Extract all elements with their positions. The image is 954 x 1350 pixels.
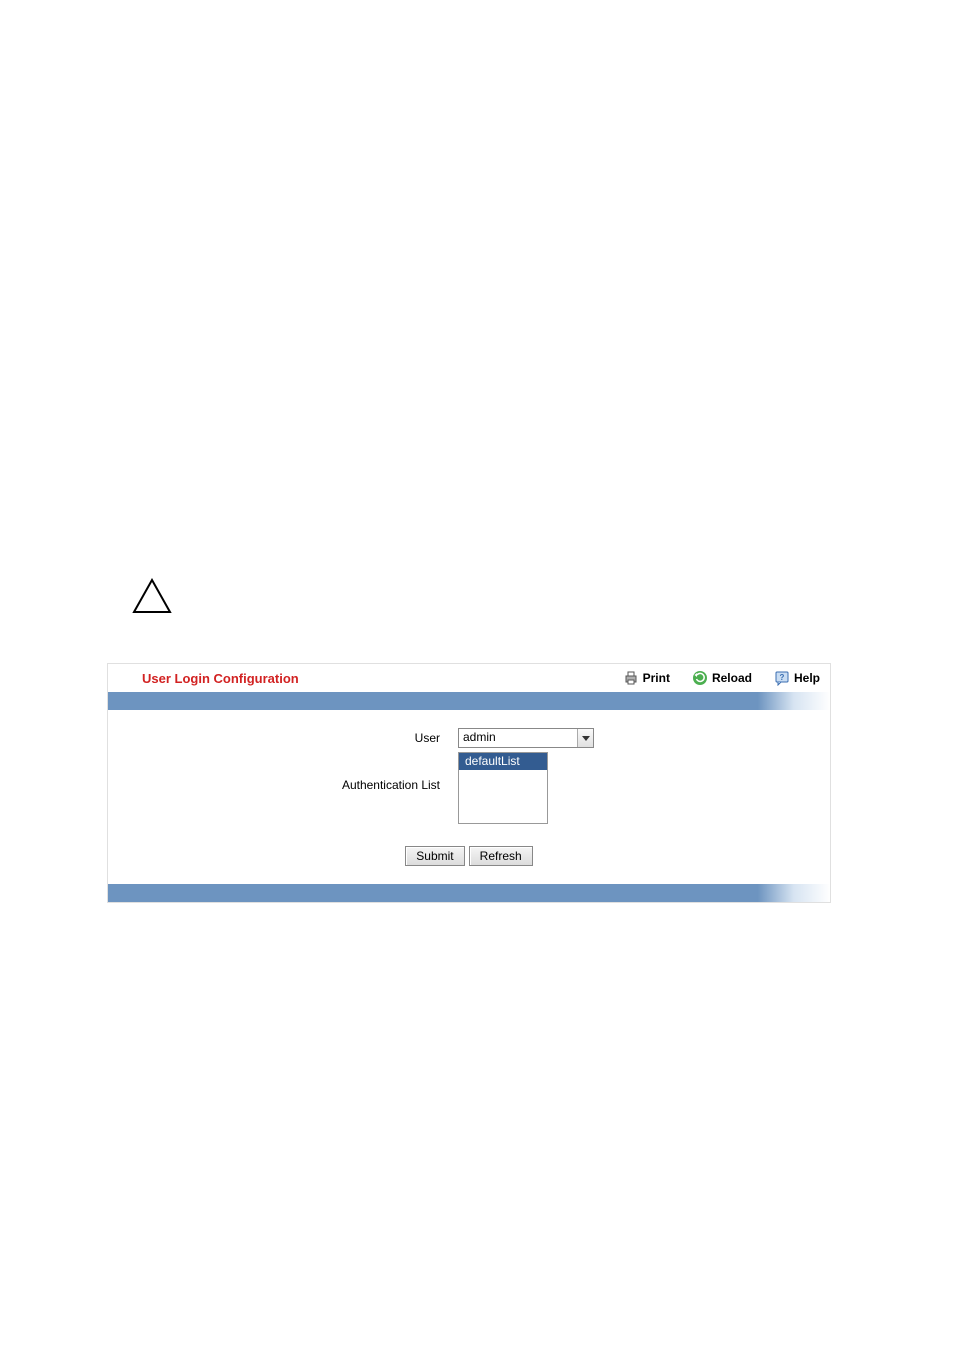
panel-header: User Login Configuration Print Reload ? [108, 664, 830, 692]
footer-divider-bar [108, 884, 830, 902]
print-button[interactable]: Print [623, 670, 670, 686]
user-select[interactable]: admin [458, 728, 594, 748]
print-icon [623, 670, 639, 686]
auth-list-row: Authentication List defaultList [108, 752, 830, 824]
help-label: Help [794, 671, 820, 685]
button-row: Submit Refresh [108, 846, 830, 866]
reload-label: Reload [712, 671, 752, 685]
auth-list-listbox[interactable]: defaultList [458, 752, 548, 824]
submit-button[interactable]: Submit [405, 846, 464, 866]
reload-button[interactable]: Reload [692, 670, 752, 686]
help-button[interactable]: ? Help [774, 670, 820, 686]
print-label: Print [643, 671, 670, 685]
list-item[interactable]: defaultList [459, 753, 547, 770]
auth-list-label: Authentication List [108, 752, 458, 792]
user-select-value: admin [459, 729, 577, 747]
caution-icon [132, 578, 172, 614]
panel-body: User admin Authentication List defaultLi… [108, 710, 830, 884]
user-login-config-panel: User Login Configuration Print Reload ? [107, 663, 831, 903]
user-row: User admin [108, 728, 830, 748]
chevron-down-icon [577, 729, 593, 747]
svg-text:?: ? [780, 673, 785, 682]
help-icon: ? [774, 670, 790, 686]
reload-icon [692, 670, 708, 686]
user-label: User [108, 728, 458, 745]
header-divider-bar [108, 692, 830, 710]
refresh-button[interactable]: Refresh [469, 846, 533, 866]
panel-title: User Login Configuration [142, 671, 601, 686]
